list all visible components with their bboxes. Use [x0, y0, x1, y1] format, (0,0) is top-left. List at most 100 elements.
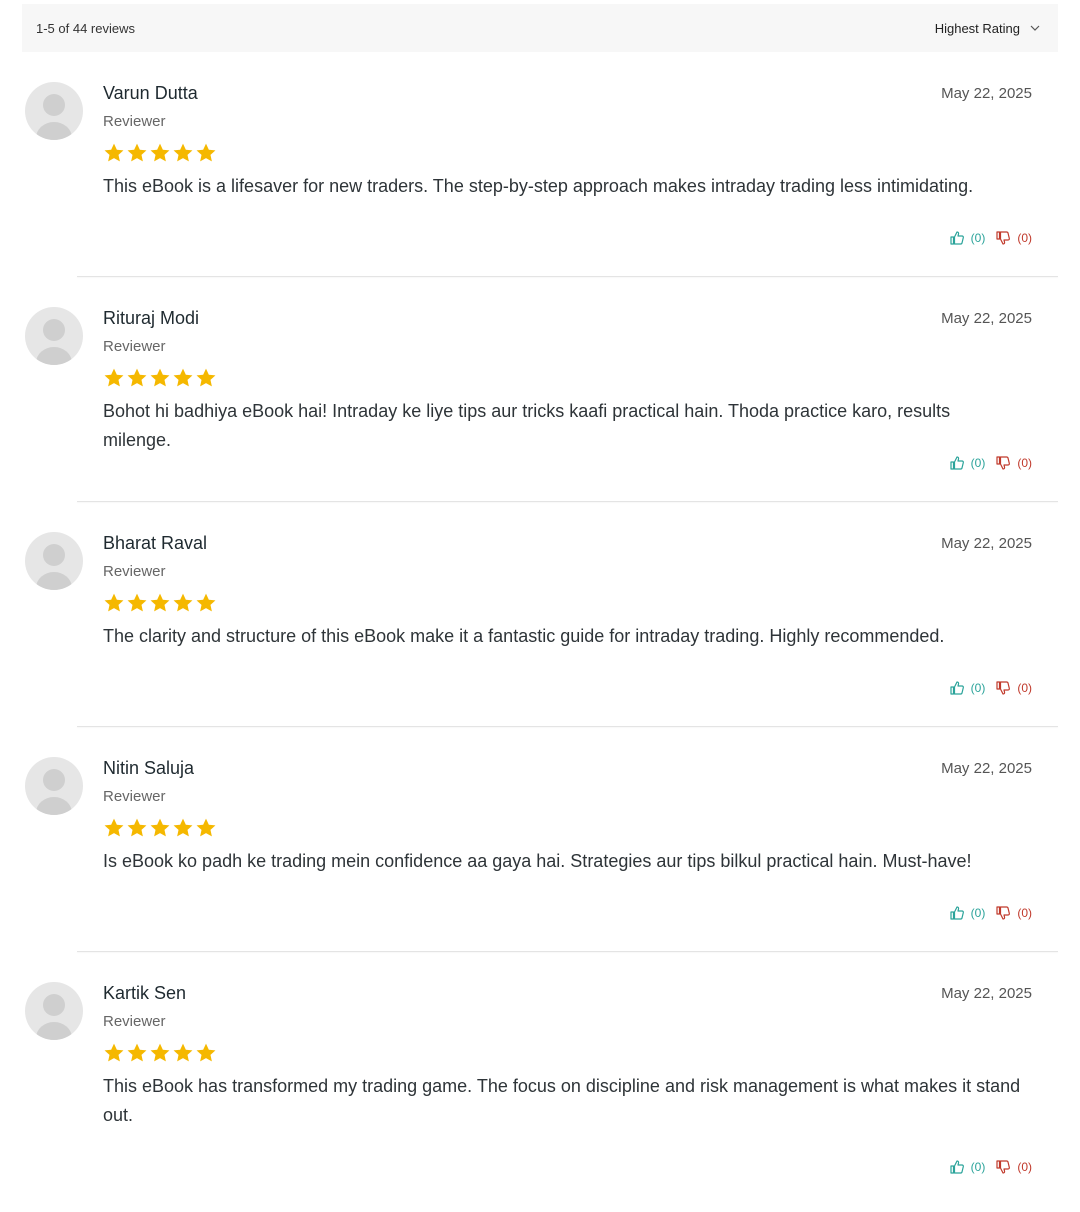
review-item: Bharat Raval May 22, 2025 Reviewer The c…	[0, 502, 1080, 727]
helpful-count: (0)	[970, 681, 986, 695]
star-icon	[150, 143, 170, 162]
review-date: May 22, 2025	[941, 535, 1032, 552]
avatar	[25, 532, 83, 590]
star-icon	[127, 143, 147, 162]
review-item: Rituraj Modi May 22, 2025 Reviewer Bohot…	[0, 277, 1080, 502]
unhelpful-button[interactable]: (0)	[995, 680, 1032, 696]
star-icon	[150, 368, 170, 387]
star-rating	[103, 367, 217, 389]
reviewer-name: Bharat Raval	[103, 533, 208, 553]
thumbs-down-icon	[996, 456, 1011, 470]
star-icon	[196, 368, 216, 387]
helpful-button[interactable]: (0)	[949, 680, 986, 696]
review-count: 1-5 of 44 reviews	[36, 20, 135, 36]
avatar	[25, 82, 83, 140]
star-icon	[173, 593, 193, 612]
unhelpful-count: (0)	[1017, 906, 1032, 920]
reviewer-role: Reviewer	[103, 113, 166, 130]
star-icon	[196, 818, 216, 837]
star-icon	[173, 143, 193, 162]
reviewer-name: Varun Dutta	[103, 83, 198, 103]
sort-dropdown[interactable]: Highest Rating	[935, 21, 1040, 36]
unhelpful-button[interactable]: (0)	[995, 1159, 1032, 1175]
review-votes: (0) (0)	[949, 455, 1032, 471]
sort-label: Highest Rating	[934, 20, 1020, 36]
star-icon	[104, 143, 124, 162]
star-rating	[103, 1042, 217, 1064]
helpful-count: (0)	[970, 456, 986, 470]
review-item: Nitin Saluja May 22, 2025 Reviewer Is eB…	[0, 727, 1080, 952]
helpful-button[interactable]: (0)	[949, 455, 986, 471]
star-icon	[196, 1043, 216, 1062]
star-rating	[103, 592, 217, 614]
avatar	[25, 757, 83, 815]
review-item: Kartik Sen May 22, 2025 Reviewer This eB…	[0, 952, 1080, 1212]
thumbs-up-icon	[950, 906, 964, 920]
chevron-down-icon	[1030, 25, 1040, 31]
star-icon	[104, 818, 124, 837]
review-date: May 22, 2025	[941, 310, 1032, 327]
review-text: The clarity and structure of this eBook …	[103, 626, 945, 646]
reviewer-role: Reviewer	[103, 1013, 166, 1030]
thumbs-down-icon	[996, 681, 1011, 695]
star-icon	[173, 818, 193, 837]
thumbs-down-icon	[996, 231, 1011, 245]
user-icon	[36, 769, 72, 815]
star-icon	[104, 1043, 124, 1062]
star-icon	[196, 143, 216, 162]
review-votes: (0) (0)	[949, 230, 1032, 246]
star-rating	[103, 817, 217, 839]
unhelpful-count: (0)	[1017, 681, 1032, 695]
avatar	[25, 307, 83, 365]
review-votes: (0) (0)	[949, 680, 1032, 696]
helpful-button[interactable]: (0)	[949, 230, 986, 246]
user-icon	[36, 94, 72, 140]
helpful-button[interactable]: (0)	[949, 905, 985, 921]
unhelpful-button[interactable]: (0)	[995, 455, 1032, 471]
star-icon	[173, 1043, 193, 1062]
star-icon	[127, 818, 147, 837]
reviewer-role: Reviewer	[103, 563, 166, 580]
user-icon	[36, 544, 72, 590]
review-item: Varun Dutta May 22, 2025 Reviewer This e…	[0, 52, 1080, 277]
star-icon	[150, 1043, 170, 1062]
helpful-count: (0)	[970, 1160, 986, 1174]
star-icon	[104, 368, 124, 387]
reviews-toolbar: 1-5 of 44 reviews Highest Rating	[22, 4, 1058, 52]
thumbs-down-icon	[996, 1160, 1011, 1174]
review-list: Varun Dutta May 22, 2025 Reviewer This e…	[0, 52, 1080, 1212]
review-date: May 22, 2025	[941, 85, 1032, 102]
unhelpful-button[interactable]: (0)	[995, 905, 1032, 921]
review-text: This eBook is a lifesaver for new trader…	[103, 176, 974, 196]
review-text: Is eBook ko padh ke trading mein confide…	[103, 851, 972, 871]
thumbs-up-icon	[950, 456, 964, 470]
reviewer-name: Nitin Saluja	[103, 758, 195, 778]
unhelpful-count: (0)	[1017, 456, 1032, 470]
reviewer-role: Reviewer	[103, 338, 166, 355]
thumbs-down-icon	[996, 906, 1011, 920]
review-text: This eBook has transformed my trading ga…	[103, 1076, 1021, 1125]
star-icon	[104, 593, 124, 612]
thumbs-up-icon	[950, 231, 964, 245]
user-icon	[36, 994, 72, 1040]
reviewer-role: Reviewer	[103, 788, 166, 805]
review-votes: (0) (0)	[949, 905, 1032, 921]
star-icon	[127, 593, 147, 612]
review-text: Bohot hi badhiya eBook hai! Intraday ke …	[103, 401, 951, 450]
thumbs-up-icon	[950, 1160, 964, 1174]
unhelpful-button[interactable]: (0)	[995, 230, 1032, 246]
thumbs-up-icon	[950, 681, 964, 695]
helpful-button[interactable]: (0)	[949, 1159, 986, 1175]
star-icon	[196, 593, 216, 612]
helpful-count: (0)	[970, 231, 986, 245]
avatar	[25, 982, 83, 1040]
reviewer-name: Rituraj Modi	[103, 308, 200, 328]
star-icon	[150, 593, 170, 612]
star-rating	[103, 142, 217, 164]
star-icon	[173, 368, 193, 387]
star-icon	[150, 818, 170, 837]
review-votes: (0) (0)	[949, 1159, 1032, 1175]
review-date: May 22, 2025	[941, 985, 1032, 1002]
unhelpful-count: (0)	[1017, 231, 1032, 245]
star-icon	[127, 1043, 147, 1062]
